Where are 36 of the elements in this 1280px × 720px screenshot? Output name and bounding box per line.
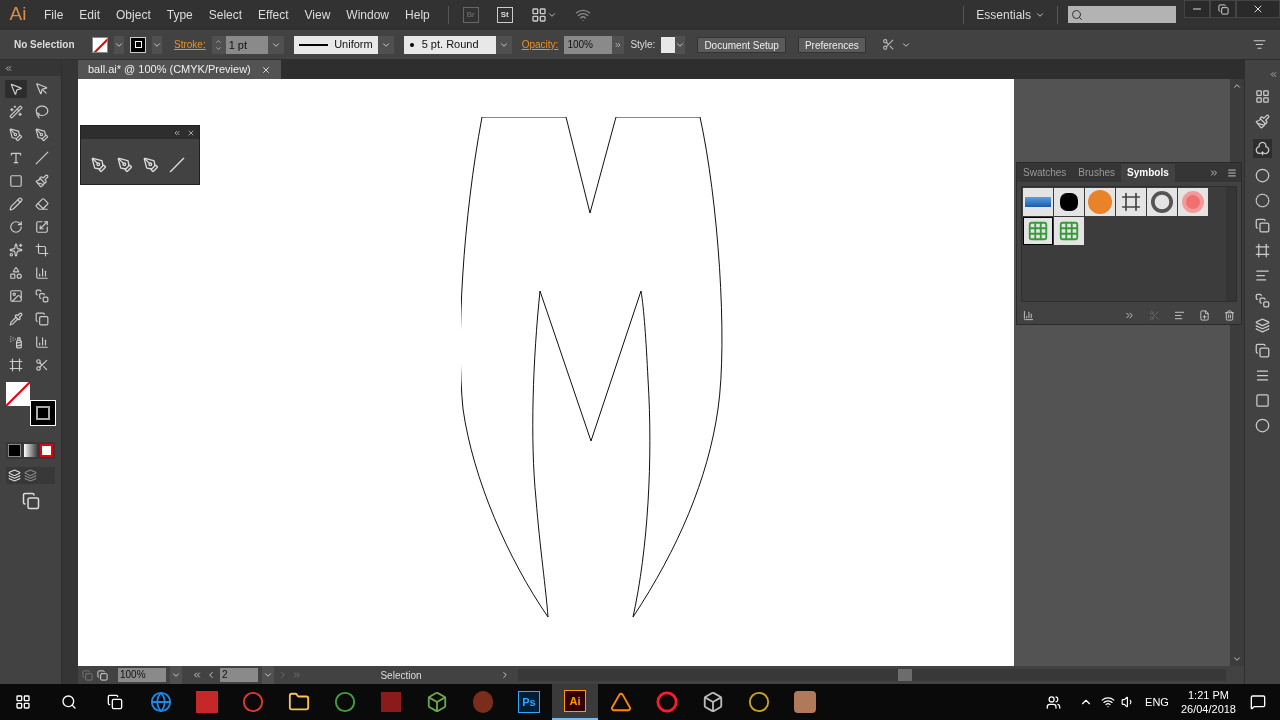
variable-width-profile-dropdown[interactable]: Uniform	[293, 35, 378, 54]
toolbar-button[interactable]: Preferences	[797, 36, 866, 53]
workspace-switcher[interactable]: Essentials	[964, 5, 1057, 24]
artboard-field[interactable]: 2	[220, 668, 258, 682]
menu-item[interactable]: Edit	[71, 5, 109, 24]
stroke-label[interactable]: Stroke:	[174, 37, 206, 52]
menu-item[interactable]: File	[36, 5, 72, 24]
toolbar-button[interactable]: Document Setup	[697, 36, 786, 53]
taskbar-app[interactable]: Ai	[552, 684, 598, 720]
taskbar-app[interactable]: Ps	[506, 684, 552, 720]
ps-app-icon: Ps	[518, 691, 540, 713]
menu-item[interactable]: Help	[397, 5, 438, 24]
menu-item[interactable]: Object	[108, 5, 159, 24]
style-label: Style:	[630, 38, 656, 52]
opacity-field[interactable]: 100%	[564, 35, 613, 54]
menu-item[interactable]: Effect	[250, 5, 297, 24]
stock-button[interactable]: St	[496, 6, 513, 23]
status-text: Selection	[379, 668, 423, 683]
menu-item[interactable]: Window	[338, 5, 398, 24]
opacity-label[interactable]: Opacity:	[521, 37, 559, 52]
menu-item[interactable]: Select	[200, 5, 251, 24]
ai-app-icon: Ai	[564, 690, 586, 712]
stroke-weight-field[interactable]: 1 pt	[225, 35, 268, 54]
clock-date[interactable]: 26/04/2018	[1180, 702, 1236, 716]
brush-definition-dropdown[interactable]: 5 pt. Round	[403, 35, 496, 54]
panel-tab[interactable]: Swatches	[1017, 164, 1073, 182]
zoom-field[interactable]: 100%	[118, 668, 166, 682]
menu-item[interactable]: View	[296, 5, 339, 24]
menu-item[interactable]: Type	[158, 5, 201, 24]
app-logo: Ai	[8, 2, 28, 27]
panel-tab[interactable]: Symbols	[1121, 164, 1175, 182]
document-tab[interactable]: ball.ai* @ 100% (CMYK/Preview)	[78, 60, 281, 79]
clock-time[interactable]: 1:21 PM	[1188, 688, 1229, 702]
language-indicator[interactable]: ENG	[1145, 693, 1169, 711]
panel-tab[interactable]: Brushes	[1072, 164, 1122, 182]
selection-status: No Selection	[13, 38, 76, 52]
